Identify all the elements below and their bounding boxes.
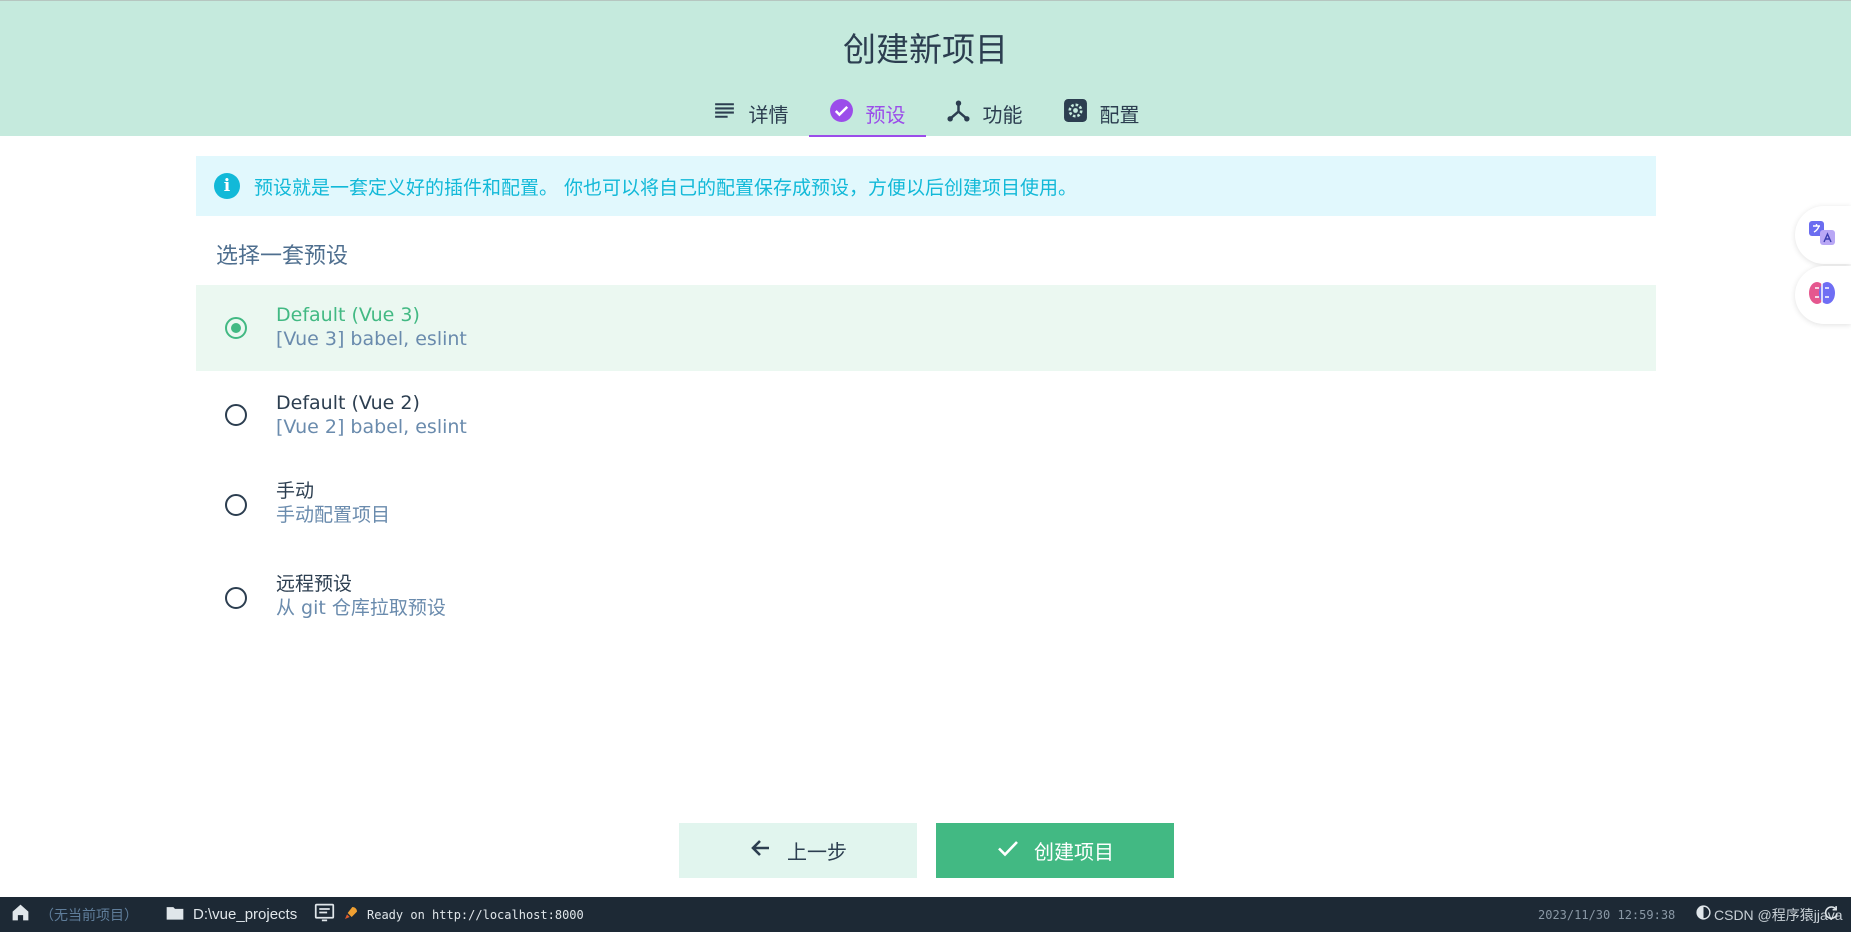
section-title: 选择一套预设 [216,244,349,269]
tab-label: 详情 [748,102,789,127]
check-circle-icon [829,98,854,128]
folder-icon [165,903,185,927]
brain-icon [1807,278,1837,313]
dark-mode-toggle[interactable] [1695,904,1712,925]
preset-desc: 手动配置项目 [276,504,391,526]
preset-desc: 从 git 仓库拉取预设 [276,597,446,619]
refresh-button[interactable] [1822,904,1839,925]
home-icon [10,902,31,927]
tab-label: 预设 [865,102,906,127]
tab-label: 功能 [982,102,1023,127]
info-icon: i [214,173,240,199]
previous-step-label: 上一步 [787,840,847,864]
current-project-label[interactable]: （无当前项目） [40,905,138,925]
preset-name: Default (Vue 2) [276,392,420,414]
info-text: 预设就是一套定义好的插件和配置。 你也可以将自己的配置保存成预设，方便以后创建项… [254,176,1078,199]
tab-details[interactable]: 详情 [692,89,809,137]
path-text: D:\vue_projects [193,906,298,923]
ai-assistant-widget[interactable] [1795,266,1851,324]
tab-features[interactable]: 功能 [926,89,1043,137]
preset-name: 手动 [276,480,315,502]
clock-text: 2023/11/30 12:59:38 [1538,907,1676,922]
preset-option-remote[interactable]: 远程预设 从 git 仓库拉取预设 [196,558,1656,644]
radio-button[interactable] [225,404,247,426]
tab-label: 配置 [1099,102,1140,127]
status-bar: （无当前项目） D:\vue_projects Ready on http://… [0,897,1851,932]
preset-name: Default (Vue 3) [276,304,420,326]
list-icon [712,98,737,128]
preset-desc: [Vue 3] babel, eslint [276,328,467,350]
home-button[interactable] [10,902,31,927]
preset-option-manual[interactable]: 手动 手动配置项目 [196,465,1656,551]
arrow-left-icon [749,836,773,865]
radio-button[interactable] [225,317,247,339]
refresh-icon [1822,904,1839,925]
preset-option-vue2[interactable]: Default (Vue 2) [Vue 2] babel, eslint [196,371,1656,457]
preset-name: 远程预设 [276,573,353,595]
console-icon [314,902,335,927]
check-icon [996,836,1020,865]
radio-button[interactable] [225,494,247,516]
rocket-icon [343,905,359,925]
page-title: 创建新项目 [843,30,1008,69]
console-log[interactable]: Ready on http://localhost:8000 [314,902,584,927]
create-project-button[interactable]: 创建项目 [936,823,1174,878]
step-tabs: 详情 预设 功能 配置 [0,89,1851,137]
project-path[interactable]: D:\vue_projects [165,903,297,927]
translate-widget[interactable] [1795,206,1851,264]
tab-presets[interactable]: 预设 [808,89,926,137]
info-banner: i 预设就是一套定义好的插件和配置。 你也可以将自己的配置保存成预设，方便以后创… [196,156,1656,216]
create-project-label: 创建项目 [1034,840,1114,864]
gear-icon [1063,98,1088,128]
translate-icon [1807,218,1837,253]
page-header: 创建新项目 详情 预设 功能 配置 [0,0,1851,137]
preset-option-vue3[interactable]: Default (Vue 3) [Vue 3] babel, eslint [196,285,1656,371]
preset-desc: [Vue 2] babel, eslint [276,416,467,438]
radio-button[interactable] [225,587,247,609]
branch-icon [946,98,971,128]
log-text: Ready on http://localhost:8000 [367,907,584,922]
tab-config[interactable]: 配置 [1043,89,1160,137]
contrast-icon [1695,904,1712,925]
previous-step-button[interactable]: 上一步 [679,823,917,878]
